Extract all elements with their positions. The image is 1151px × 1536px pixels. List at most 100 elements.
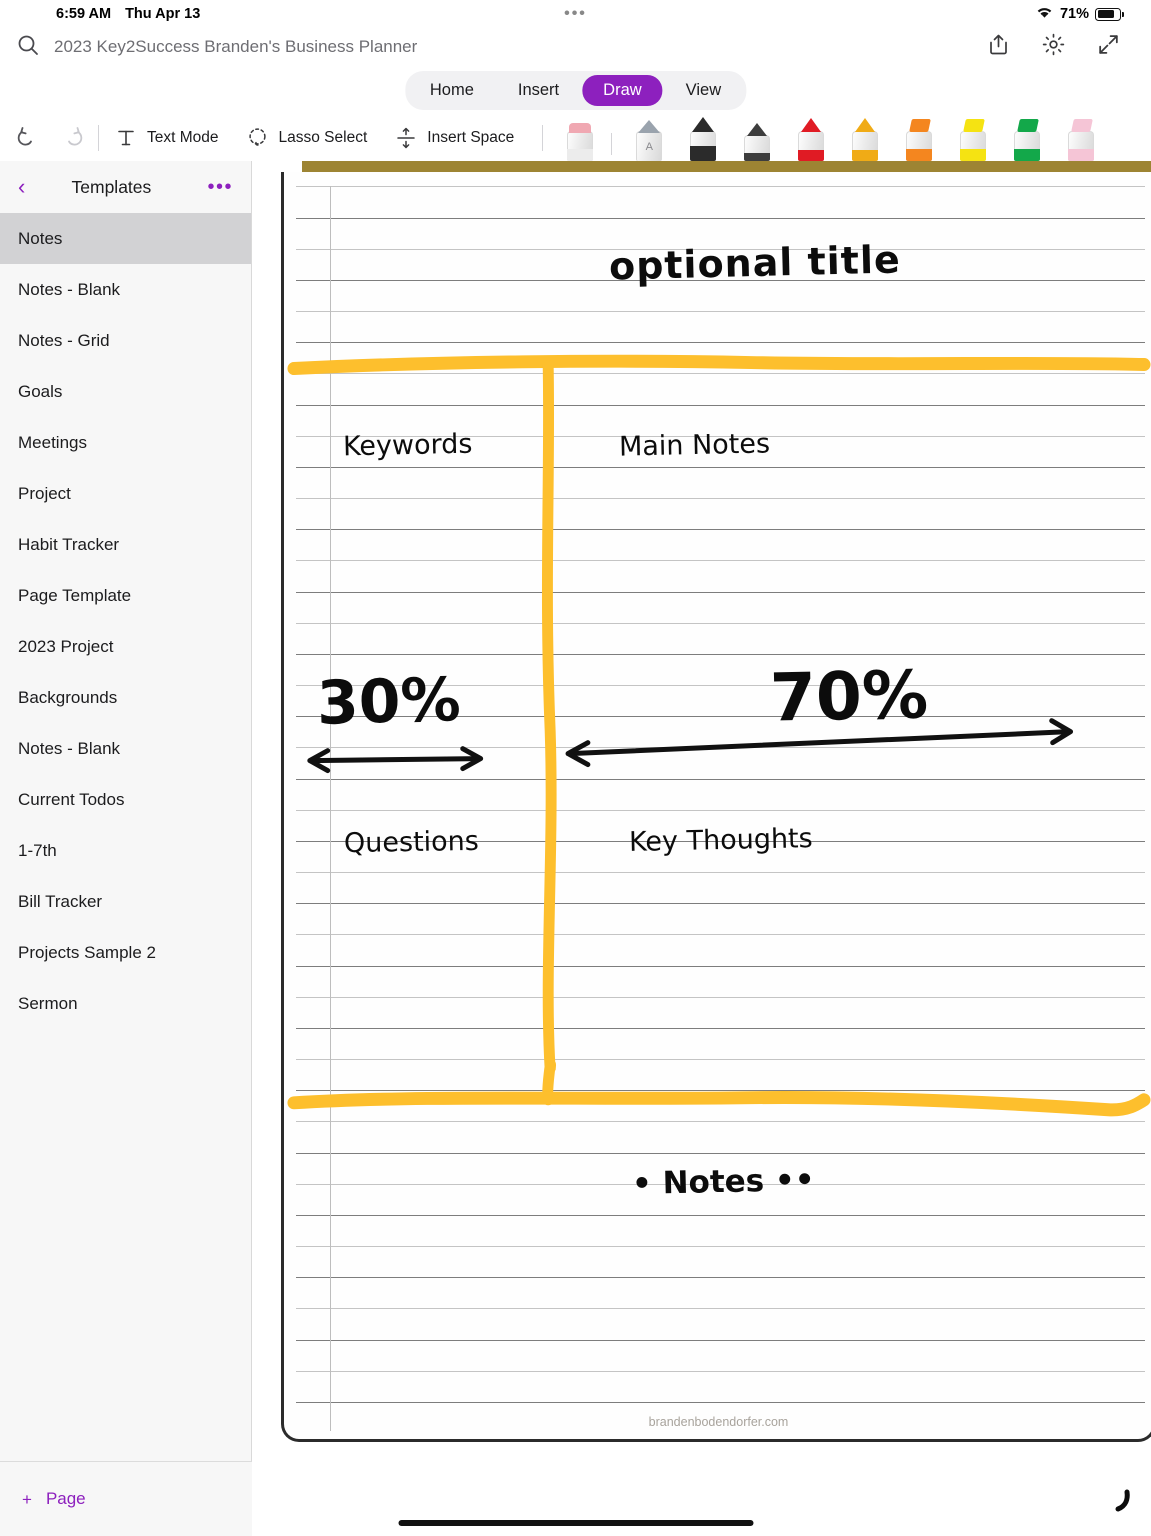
seventy-percent-text: 70% [769, 656, 929, 737]
sidebar-item-projects-sample-2[interactable]: Projects Sample 2 [0, 927, 251, 978]
undo-icon [14, 125, 40, 151]
note-canvas[interactable]: optional title Keywords Main Notes 30% 7… [252, 161, 1151, 1536]
keywords-label-text: Keywords [342, 428, 473, 463]
yellow-highlighter-tool[interactable] [946, 115, 1000, 161]
sidebar-item-notes-grid[interactable]: Notes - Grid [0, 315, 251, 366]
tab-insert[interactable]: Insert [497, 75, 580, 106]
text-mode-label: Text Mode [147, 129, 219, 146]
text-mode-button[interactable]: Text Mode [113, 125, 219, 151]
orange-hl-band [906, 149, 933, 161]
toolbar-divider-2 [542, 125, 544, 151]
sidebar-item-notes-blank[interactable]: Notes - Blank [0, 264, 251, 315]
amber-pen-tool[interactable] [838, 115, 892, 161]
sidebar-item-1-7th[interactable]: 1-7th [0, 825, 251, 876]
sidebar-item-label: Notes - Blank [18, 738, 121, 758]
expand-icon[interactable] [1096, 32, 1121, 62]
sidebar-item-label: 2023 Project [18, 636, 114, 656]
title-bar: 2023 Key2Success Branden's Business Plan… [0, 28, 1151, 66]
green-hl-tip [1017, 119, 1040, 132]
orange-highlighter-tool[interactable] [892, 115, 946, 161]
thirty-percent-text: 30% [316, 665, 462, 739]
template-list: Notes Notes - Blank Notes - Grid Goals M… [0, 213, 251, 1029]
sidebar-item-label: 1-7th [18, 840, 57, 860]
text-icon [113, 125, 139, 151]
yellow-hl-tip [963, 119, 986, 132]
toolbar-divider-1 [98, 125, 99, 151]
tab-draw[interactable]: Draw [582, 75, 663, 106]
sidebar-item-label: Notes [18, 228, 63, 248]
text-pen-tool[interactable]: A [622, 115, 676, 161]
black-marker-tool[interactable] [676, 115, 730, 161]
text-pen-tip [638, 120, 661, 133]
green-highlighter-tool[interactable] [1000, 115, 1054, 161]
status-bar: 6:59 AM Thu Apr 13 ••• 71% [0, 0, 1151, 28]
pink-hl-tip [1071, 119, 1094, 132]
wifi-icon [1035, 5, 1054, 23]
lasso-select-button[interactable]: Lasso Select [245, 125, 367, 151]
status-date: Thu Apr 13 [125, 6, 201, 22]
sidebar-item-sermon[interactable]: Sermon [0, 978, 251, 1029]
battery-icon [1095, 7, 1124, 21]
page-top-band [302, 161, 1151, 172]
dark-gray-pen-tool[interactable] [730, 115, 784, 161]
redo-button[interactable] [60, 125, 86, 151]
sidebar-header: ‹ Templates ••• [0, 161, 251, 213]
eraser-tool[interactable] [553, 115, 607, 161]
sidebar-item-page-template[interactable]: Page Template [0, 570, 251, 621]
sidebar-item-project[interactable]: Project [0, 468, 251, 519]
templates-sidebar: ‹ Templates ••• Notes Notes - Blank Note… [0, 161, 252, 1536]
sidebar-title: Templates [71, 176, 152, 197]
undo-button[interactable] [14, 125, 40, 151]
sidebar-item-goals[interactable]: Goals [0, 366, 251, 417]
sidebar-item-bill-tracker[interactable]: Bill Tracker [0, 876, 251, 927]
sidebar-item-label: Page Template [18, 585, 132, 605]
sidebar-item-habit-tracker[interactable]: Habit Tracker [0, 519, 251, 570]
red-pen-band [798, 150, 825, 161]
sidebar-item-meetings[interactable]: Meetings [0, 417, 251, 468]
battery-percent-label: 71% [1059, 6, 1089, 22]
orange-hl-tip [909, 119, 932, 132]
sidebar-item-2023-project[interactable]: 2023 Project [0, 621, 251, 672]
yellow-hl-band [960, 149, 987, 161]
key-thoughts-label-text: Key Thoughts [628, 823, 813, 858]
ellipsis-icon[interactable]: ••• [207, 177, 233, 197]
tab-view[interactable]: View [665, 75, 742, 106]
sidebar-item-label: Backgrounds [18, 687, 118, 707]
amber-pen-tip [855, 118, 876, 132]
questions-label-text: Questions [343, 825, 480, 860]
sidebar-item-label: Meetings [18, 432, 87, 452]
add-page-button[interactable]: + Page [0, 1461, 252, 1536]
sidebar-item-notes-blank-2[interactable]: Notes - Blank [0, 723, 251, 774]
dark-gray-pen-band [744, 153, 771, 161]
pen-tray: A [553, 115, 1108, 161]
ribbon-tabs: Home Insert Draw View [404, 71, 747, 110]
note-page[interactable]: optional title Keywords Main Notes 30% 7… [281, 172, 1151, 1442]
sidebar-item-label: Bill Tracker [18, 891, 103, 911]
page-watermark: brandenbodendorfer.com [648, 1415, 789, 1429]
gear-icon[interactable] [1041, 32, 1066, 62]
red-pen-tool[interactable] [784, 115, 838, 161]
text-pen-letter: A [645, 141, 653, 153]
document-title[interactable]: 2023 Key2Success Branden's Business Plan… [54, 37, 417, 57]
sidebar-item-label: Goals [18, 381, 63, 401]
home-indicator [398, 1520, 753, 1526]
sidebar-item-label: Notes - Grid [18, 330, 110, 350]
sidebar-item-notes[interactable]: Notes [0, 213, 251, 264]
insert-space-icon [393, 125, 419, 151]
pencil-indicator-icon [1115, 1489, 1130, 1512]
red-pen-tip [801, 118, 822, 132]
eraser-tip [569, 123, 592, 133]
sidebar-item-current-todos[interactable]: Current Todos [0, 774, 251, 825]
multitask-dots-icon[interactable]: ••• [564, 6, 587, 22]
lasso-icon [245, 125, 271, 151]
insert-space-label: Insert Space [427, 129, 515, 146]
eraser-band [567, 149, 594, 161]
black-marker-band [690, 146, 717, 161]
share-icon[interactable] [986, 32, 1011, 62]
pink-highlighter-tool[interactable] [1054, 115, 1108, 161]
page-ruling [284, 172, 1151, 1439]
insert-space-button[interactable]: Insert Space [393, 125, 514, 151]
tab-home[interactable]: Home [409, 75, 495, 106]
search-icon[interactable] [16, 33, 40, 62]
sidebar-item-backgrounds[interactable]: Backgrounds [0, 672, 251, 723]
